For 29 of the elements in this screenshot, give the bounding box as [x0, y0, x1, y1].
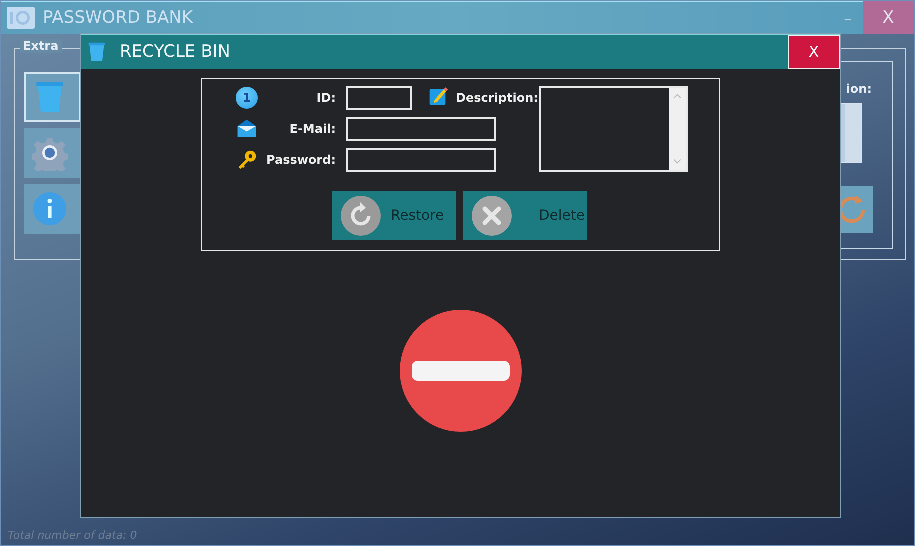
envelope-icon [236, 118, 258, 140]
group-title: Extra [20, 39, 62, 53]
number-badge: 1 [236, 87, 258, 109]
x-mark-icon [472, 196, 512, 236]
input-field[interactable] [346, 86, 412, 110]
tool-button[interactable] [24, 128, 81, 178]
info-icon [32, 191, 68, 227]
field-label: ID: [316, 91, 337, 105]
minimize-button[interactable]: _ [845, 6, 851, 30]
input-field[interactable] [346, 148, 496, 172]
window-title: PASSWORD BANK [43, 8, 194, 28]
restore-button[interactable]: Restore [332, 191, 456, 240]
dialog-title: RECYCLE BIN [120, 42, 232, 62]
pencil-note-icon [429, 86, 449, 106]
input-field[interactable] [346, 117, 496, 141]
delete-button[interactable]: Delete [463, 191, 587, 240]
description-field[interactable] [539, 86, 688, 172]
field-label: Description: [455, 91, 539, 105]
tool-button[interactable] [24, 72, 81, 122]
field-label: Password: [266, 153, 337, 167]
key-icon [236, 149, 258, 171]
field-label: E-Mail: [288, 122, 337, 136]
close-button[interactable]: X [863, 1, 914, 34]
no-entry-icon [400, 310, 522, 432]
safe-icon [6, 6, 36, 30]
scrollbar[interactable] [845, 104, 861, 162]
description-label: ion: [846, 82, 872, 96]
trash-icon [86, 40, 108, 64]
close-button[interactable]: X [788, 35, 840, 69]
